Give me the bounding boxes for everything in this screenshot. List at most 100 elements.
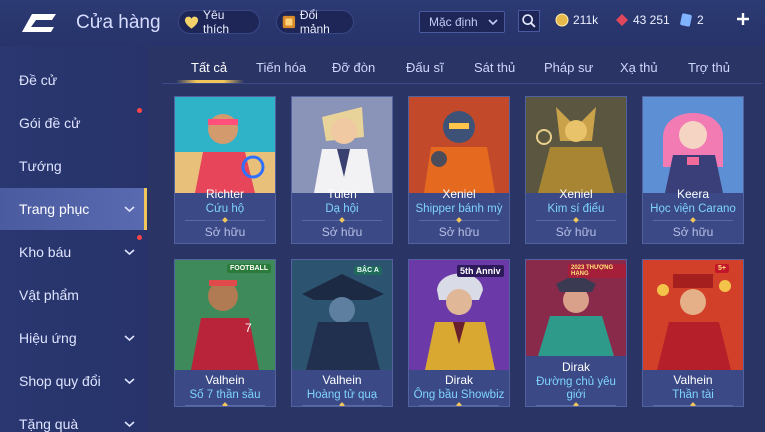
tab-evolution[interactable]: Tiến hóa (256, 60, 306, 75)
chevron-down-icon (124, 421, 135, 428)
hero-name: Tulen (327, 187, 357, 201)
hero-name: Xeniel (559, 187, 593, 201)
card-divider (536, 220, 616, 221)
sidebar-item-heroes[interactable]: Tướng (0, 145, 147, 187)
tab-tank[interactable]: Đỡ đòn (332, 60, 375, 75)
sidebar-item-label: Gói đề cử (19, 115, 81, 131)
tab-support[interactable]: Trợ thủ (688, 60, 730, 75)
sidebar-item-treasure[interactable]: Kho báu (0, 231, 147, 273)
skin-artwork (526, 97, 626, 193)
skin-name: Kim sí điểu (547, 203, 605, 215)
skin-card[interactable]: 5+ Valhein Thần tài (642, 259, 744, 407)
ticket-value: 2 (697, 13, 704, 27)
add-currency-button[interactable] (735, 11, 751, 27)
chevron-down-icon (124, 378, 135, 385)
card-divider (536, 405, 616, 406)
skin-badge: 2023 THƯỢNG HẠNG (568, 264, 626, 278)
voucher-icon (616, 14, 628, 26)
skin-name: Ông bầu Showbiz (413, 389, 505, 401)
gold-coin-icon (555, 13, 569, 27)
sidebar-item-gifts[interactable]: Tặng quà (0, 403, 147, 432)
exchange-shards-button[interactable]: Đổi mảnh (276, 8, 354, 36)
skin-artwork (175, 97, 275, 193)
skin-card[interactable]: 5th Anniv Dirak Ông bầu Showbiz (408, 259, 510, 407)
ticket-icon (680, 13, 692, 27)
favorites-label: Yêu thích (203, 8, 230, 36)
sidebar-item-label: Vật phẩm (19, 287, 79, 303)
hero-name: Valhein (205, 373, 245, 387)
sidebar-item-label: Tướng (19, 158, 62, 174)
skin-name: Shipper bánh mỳ (415, 203, 503, 215)
owned-status: Sở hữu (321, 225, 363, 239)
skin-badge: BẬC A (354, 266, 382, 275)
search-button[interactable] (518, 10, 540, 32)
card-divider (653, 220, 733, 221)
skin-card[interactable]: Xeniel Kim sí điểu Sở hữu (525, 96, 627, 244)
gold-currency: 211k (555, 13, 598, 27)
hero-name: Keera (676, 187, 710, 201)
voucher-currency: 43 251 (615, 13, 670, 27)
skin-name: Học viện Carano (650, 203, 736, 215)
page-title: Cửa hàng (76, 12, 161, 33)
skin-artwork (409, 97, 509, 193)
sidebar-item-exchange-shop[interactable]: Shop quy đổi (0, 360, 147, 402)
tab-mage[interactable]: Pháp sư (544, 60, 593, 75)
active-tab-indicator (176, 80, 244, 83)
back-arrow-icon[interactable] (16, 10, 60, 36)
owned-status: Sở hữu (204, 225, 246, 239)
skin-card[interactable]: 7 FOOTBALL Valhein Số 7 thần sầu (174, 259, 276, 407)
svg-text:7: 7 (245, 321, 252, 335)
chevron-down-icon (124, 335, 135, 342)
skin-card[interactable]: BẬC A Valhein Hoàng tử quạ (291, 259, 393, 407)
skin-badge: 5th Anniv (457, 265, 504, 277)
tab-warrior[interactable]: Đấu sĩ (406, 60, 444, 75)
skin-name: Hoàng tử quạ (306, 389, 378, 401)
chevron-down-icon (124, 249, 135, 256)
sidebar-item-bundles[interactable]: Gói đề cử (0, 102, 147, 144)
skin-badge: FOOTBALL (227, 264, 272, 273)
hero-name: Richter (205, 187, 244, 201)
owned-status: Sở hữu (555, 225, 597, 239)
hero-name: Xeniel (442, 187, 476, 201)
chevron-down-icon (124, 206, 135, 213)
skin-card[interactable]: 2023 THƯỢNG HẠNG Dirak Đường chủ yêu giớ… (525, 259, 627, 407)
category-tabs: Tất cả Tiến hóa Đỡ đòn Đấu sĩ Sát thủ Ph… (162, 54, 762, 84)
skin-artwork (643, 260, 743, 370)
skin-name: Cứu hộ (205, 203, 245, 215)
skin-name: Số 7 thần sầu (189, 389, 261, 401)
card-divider (419, 220, 499, 221)
skin-card[interactable]: Xeniel Shipper bánh mỳ Sở hữu (408, 96, 510, 244)
sidebar-item-effects[interactable]: Hiệu ứng (0, 317, 147, 359)
treasure-icon (282, 15, 296, 29)
skin-card[interactable]: Tulen Dạ hội Sở hữu (291, 96, 393, 244)
sidebar-item-label: Trang phục (19, 201, 90, 217)
sidebar-item-items[interactable]: Vật phẩm (0, 274, 147, 316)
plus-icon (737, 13, 749, 25)
card-divider (419, 405, 499, 406)
sort-value: Mặc định (429, 15, 478, 29)
notification-dot (137, 235, 142, 240)
sidebar-item-label: Kho báu (19, 244, 72, 260)
skin-artwork (292, 97, 392, 193)
ticket-currency: 2 (679, 13, 704, 27)
notification-dot (137, 108, 142, 113)
tab-assassin[interactable]: Sát thủ (474, 60, 515, 75)
tab-marksman[interactable]: Xạ thủ (620, 60, 658, 75)
skin-card[interactable]: Keera Học viện Carano Sở hữu (642, 96, 744, 244)
sidebar-item-label: Shop quy đổi (19, 373, 101, 389)
card-divider (185, 405, 265, 406)
hero-name: Dirak (444, 373, 473, 387)
skin-artwork (643, 97, 743, 193)
sidebar-item-featured[interactable]: Đề cử (0, 59, 147, 101)
sidebar-item-skins[interactable]: Trang phục (0, 188, 147, 230)
owned-status: Sở hữu (672, 225, 714, 239)
tab-all[interactable]: Tất cả (191, 60, 227, 75)
owned-status: Sở hữu (438, 225, 480, 239)
exchange-label: Đổi mảnh (299, 8, 330, 36)
skin-artwork: 7 (175, 260, 275, 370)
skin-card[interactable]: Richter Cứu hộ Sở hữu (174, 96, 276, 244)
favorites-button[interactable]: Yêu thích (178, 8, 260, 36)
sort-dropdown[interactable]: Mặc định (419, 11, 505, 33)
skin-name: Dạ hội (325, 203, 359, 215)
sidebar-item-label: Đề cử (19, 72, 58, 88)
